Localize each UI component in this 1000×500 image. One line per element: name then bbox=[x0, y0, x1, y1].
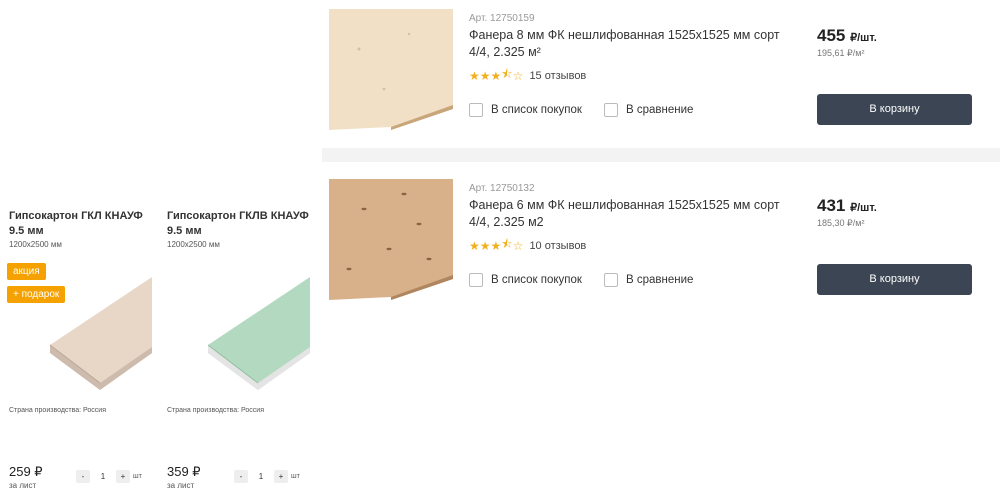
add-to-compare[interactable]: В сравнение bbox=[604, 103, 693, 117]
reviews-link[interactable]: 15 отзывов bbox=[529, 70, 586, 82]
card-size: 1200х2500 мм bbox=[9, 240, 62, 249]
increase-button[interactable]: + bbox=[116, 470, 130, 483]
card-title[interactable]: Гипсокартон ГКЛ КНАУФ bbox=[9, 210, 143, 223]
add-to-cart-button[interactable]: В корзину bbox=[817, 94, 972, 125]
card-price: 359 ₽ bbox=[167, 464, 201, 479]
product-image[interactable] bbox=[40, 275, 152, 390]
product-image[interactable] bbox=[198, 275, 310, 390]
product-price: 455 ₽/шт. bbox=[817, 26, 877, 46]
star-full-icon: ★ bbox=[479, 68, 491, 83]
row-divider bbox=[322, 148, 1000, 162]
star-full-icon: ★ bbox=[490, 238, 502, 253]
product-row-plywood-6mm: Арт. 12750132 Фанера 6 мм ФК нешлифованн… bbox=[322, 162, 1000, 310]
price-unit: ₽/шт. bbox=[850, 202, 877, 214]
increase-button[interactable]: + bbox=[274, 470, 288, 483]
checkbox[interactable] bbox=[604, 273, 618, 287]
product-card-gklv[interactable]: Гипсокартон ГКЛВ КНАУФ 9.5 мм 1200х2500 … bbox=[158, 200, 310, 500]
product-image[interactable] bbox=[329, 9, 453, 130]
product-image[interactable] bbox=[329, 179, 453, 300]
compare-label: В сравнение bbox=[626, 274, 694, 286]
star-full-icon: ★ bbox=[479, 238, 491, 253]
decrease-button[interactable]: - bbox=[234, 470, 248, 483]
star-half-icon: ⯪ bbox=[501, 237, 513, 251]
rating[interactable]: ★ ★ ★ ⯪ ☆ 15 отзывов bbox=[469, 65, 586, 86]
quantity-value[interactable]: 1 bbox=[248, 472, 274, 481]
product-name[interactable]: Фанера 6 мм ФК нешлифованная 1525х1525 м… bbox=[469, 197, 789, 231]
star-half-icon: ⯪ bbox=[501, 67, 513, 81]
price-unit: за лист bbox=[9, 481, 37, 490]
quantity-unit: шт bbox=[291, 473, 300, 480]
star-full-icon: ★ bbox=[469, 238, 480, 253]
rating[interactable]: ★ ★ ★ ⯪ ☆ 10 отзывов bbox=[469, 235, 586, 256]
country-of-origin: Страна производства: Россия bbox=[9, 407, 106, 414]
star-full-icon: ★ bbox=[490, 68, 502, 83]
price-unit: ₽/шт. bbox=[850, 32, 877, 44]
shopping-list-label: В список покупок bbox=[491, 274, 582, 286]
compare-label: В сравнение bbox=[626, 104, 694, 116]
shopping-list-label: В список покупок bbox=[491, 104, 582, 116]
add-to-shopping-list[interactable]: В список покупок bbox=[469, 273, 582, 287]
quantity-value[interactable]: 1 bbox=[90, 472, 116, 481]
checkbox[interactable] bbox=[604, 103, 618, 117]
price-value: 455 bbox=[817, 26, 846, 45]
add-to-compare[interactable]: В сравнение bbox=[604, 273, 693, 287]
star-empty-icon: ☆ bbox=[512, 68, 524, 83]
product-row-plywood-8mm: Арт. 12750159 Фанера 8 мм ФК нешлифованн… bbox=[322, 0, 1000, 148]
quantity-stepper[interactable]: - 1 + шт bbox=[234, 470, 300, 483]
card-title[interactable]: Гипсокартон ГКЛВ КНАУФ bbox=[167, 210, 309, 223]
star-empty-icon: ☆ bbox=[512, 238, 524, 253]
star-full-icon: ★ bbox=[469, 68, 480, 83]
card-price: 259 ₽ bbox=[9, 464, 43, 479]
product-card-gkl[interactable]: Гипсокартон ГКЛ КНАУФ 9.5 мм 1200х2500 м… bbox=[0, 200, 152, 500]
price-unit: за лист bbox=[167, 481, 195, 490]
checkbox[interactable] bbox=[469, 273, 483, 287]
checkbox[interactable] bbox=[469, 103, 483, 117]
card-thickness: 9.5 мм bbox=[9, 225, 44, 237]
country-of-origin: Страна производства: Россия bbox=[167, 407, 264, 414]
quantity-stepper[interactable]: - 1 + шт bbox=[76, 470, 142, 483]
card-size: 1200х2500 мм bbox=[167, 240, 220, 249]
price-value: 431 bbox=[817, 196, 846, 215]
quantity-unit: шт bbox=[133, 473, 142, 480]
product-price: 431 ₽/шт. bbox=[817, 196, 877, 216]
reviews-link[interactable]: 10 отзывов bbox=[529, 240, 586, 252]
price-per-m2: 185,30 ₽/м² bbox=[817, 218, 865, 228]
product-name[interactable]: Фанера 8 мм ФК нешлифованная 1525х1525 м… bbox=[469, 27, 789, 61]
article-number: Арт. 12750159 bbox=[469, 13, 535, 24]
card-thickness: 9.5 мм bbox=[167, 225, 202, 237]
price-per-m2: 195,61 ₽/м² bbox=[817, 48, 865, 58]
add-to-cart-button[interactable]: В корзину bbox=[817, 264, 972, 295]
add-to-shopping-list[interactable]: В список покупок bbox=[469, 103, 582, 117]
decrease-button[interactable]: - bbox=[76, 470, 90, 483]
article-number: Арт. 12750132 bbox=[469, 183, 535, 194]
